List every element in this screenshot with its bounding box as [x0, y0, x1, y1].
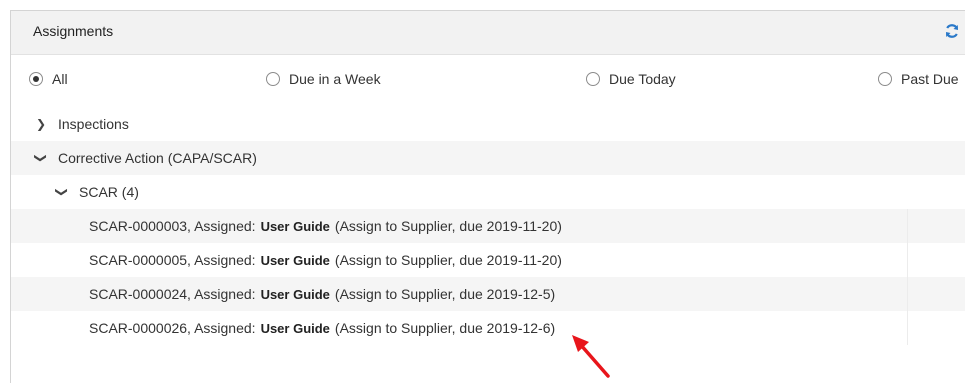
list-item[interactable]: SCAR-0000005, Assigned: User Guide (Assi… [11, 243, 965, 277]
chevron-right-icon[interactable]: ❯ [32, 117, 50, 131]
filter-due-week-label: Due in a Week [289, 71, 381, 87]
tree-node-label: Corrective Action (CAPA/SCAR) [58, 150, 257, 166]
filter-radio-group: All Due in a Week Due Today Past Due [11, 55, 965, 107]
item-detail: (Assign to Supplier, due 2019-12-6) [334, 320, 556, 336]
item-id-text: SCAR-0000003, Assigned: [89, 218, 256, 234]
panel-title: Assignments [33, 23, 114, 39]
list-item[interactable]: SCAR-0000003, Assigned: User Guide (Assi… [11, 209, 965, 243]
filter-due-week-radio[interactable]: Due in a Week [266, 71, 381, 87]
item-detail: (Assign to Supplier, due 2019-11-20) [334, 252, 562, 268]
tree-node-label: Inspections [58, 116, 129, 132]
radio-circle-checked[interactable] [29, 72, 43, 86]
tree-node-scar-group[interactable]: ❯ SCAR (4) [11, 175, 965, 209]
radio-circle[interactable] [266, 72, 280, 86]
item-detail: (Assign to Supplier, due 2019-12-5) [334, 286, 556, 302]
column-divider [907, 209, 908, 243]
item-detail: (Assign to Supplier, due 2019-11-20) [334, 218, 562, 234]
radio-circle[interactable] [878, 72, 892, 86]
filter-due-today-radio[interactable]: Due Today [586, 71, 676, 87]
item-id-text: SCAR-0000026, Assigned: [89, 320, 256, 336]
tree-node-corrective-action[interactable]: ❯ Corrective Action (CAPA/SCAR) [11, 141, 965, 175]
column-divider [907, 311, 908, 345]
filter-past-due-label: Past Due [901, 71, 959, 87]
refresh-icon[interactable] [944, 23, 960, 39]
list-item[interactable]: SCAR-0000026, Assigned: User Guide (Assi… [11, 311, 965, 345]
filter-due-today-label: Due Today [609, 71, 676, 87]
item-user-link[interactable]: User Guide [261, 219, 330, 234]
filter-all-label: All [52, 71, 68, 87]
panel-header: Assignments [11, 11, 965, 55]
item-id-text: SCAR-0000005, Assigned: [89, 252, 256, 268]
chevron-down-icon[interactable]: ❯ [34, 149, 48, 167]
radio-circle[interactable] [586, 72, 600, 86]
column-divider [907, 277, 908, 311]
item-user-link[interactable]: User Guide [261, 321, 330, 336]
item-user-link[interactable]: User Guide [261, 287, 330, 302]
chevron-down-icon[interactable]: ❯ [55, 183, 69, 201]
item-user-link[interactable]: User Guide [261, 253, 330, 268]
filter-all-radio[interactable]: All [29, 71, 68, 87]
column-divider [907, 243, 908, 277]
tree-node-label: SCAR (4) [79, 184, 139, 200]
list-item[interactable]: SCAR-0000024, Assigned: User Guide (Assi… [11, 277, 965, 311]
tree-node-inspections[interactable]: ❯ Inspections [11, 107, 965, 141]
item-id-text: SCAR-0000024, Assigned: [89, 286, 256, 302]
filter-past-due-radio[interactable]: Past Due [878, 71, 959, 87]
assignments-panel: Assignments All Due in a Week Due Today … [10, 10, 965, 383]
